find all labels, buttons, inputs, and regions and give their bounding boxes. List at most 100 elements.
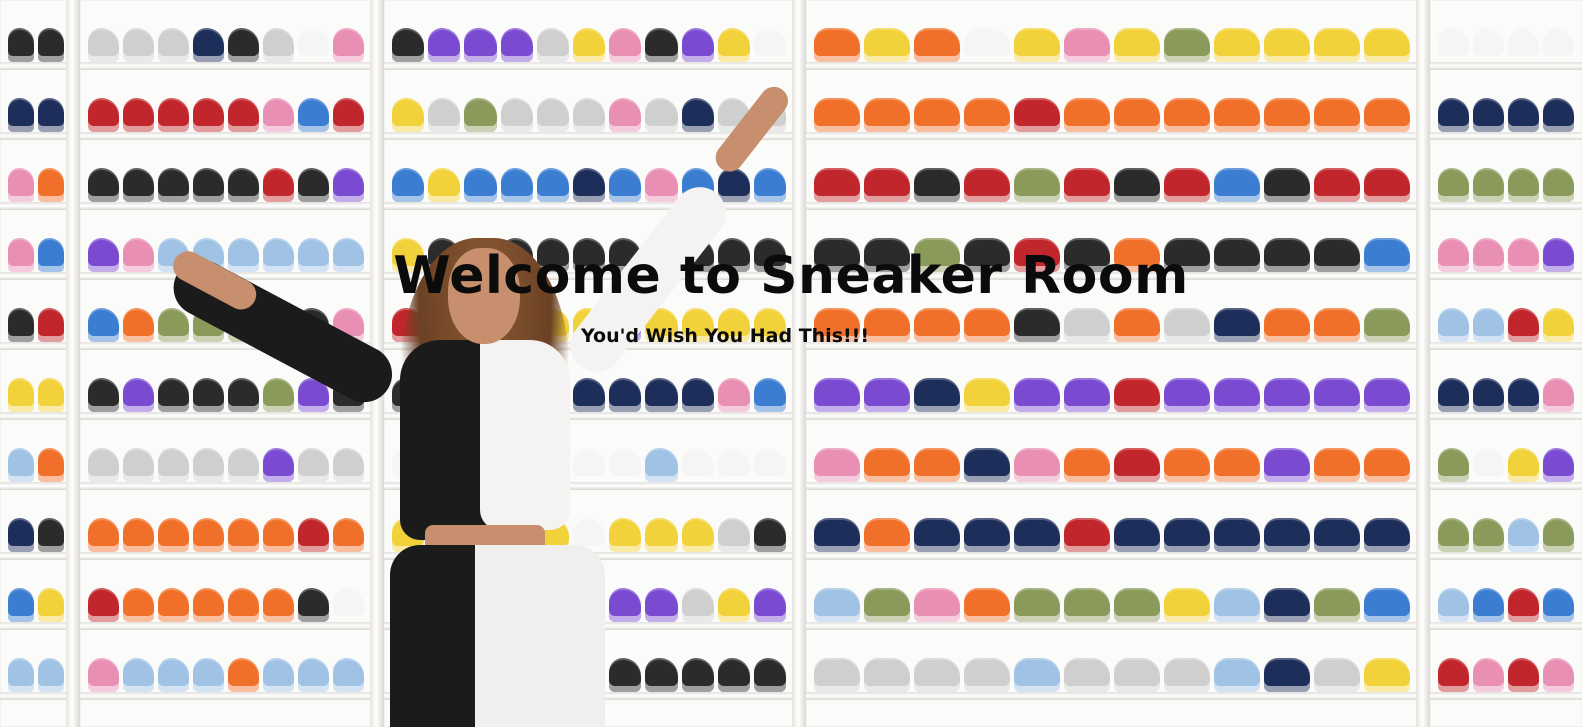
sneaker (1543, 378, 1574, 412)
sneaker (1508, 308, 1539, 342)
sneaker (964, 98, 1010, 132)
sneaker (1473, 588, 1504, 622)
sneaker (333, 28, 364, 62)
sneaker (1543, 448, 1574, 482)
sneaker-row (8, 20, 64, 62)
sneaker (964, 308, 1010, 342)
sneaker (1064, 98, 1110, 132)
sneaker (123, 448, 154, 482)
sneaker-row (1438, 440, 1574, 482)
sneaker (158, 448, 189, 482)
sneaker (500, 98, 533, 132)
sneaker-row (814, 370, 1410, 412)
sneaker (1114, 658, 1160, 692)
sneaker (1364, 588, 1410, 622)
sneaker (914, 28, 960, 62)
sneaker (1364, 658, 1410, 692)
sneaker (1014, 28, 1060, 62)
sneaker (864, 588, 910, 622)
sneaker-row (814, 510, 1410, 552)
sneaker (392, 98, 425, 132)
sneaker (1214, 308, 1260, 342)
sneaker (1164, 28, 1210, 62)
sneaker (123, 518, 154, 552)
sneaker (753, 28, 787, 62)
sneaker (1543, 308, 1574, 342)
sneaker (1214, 168, 1260, 202)
sneaker (8, 28, 34, 62)
sneaker (645, 98, 678, 132)
sneaker (123, 378, 154, 412)
sneaker (1164, 168, 1210, 202)
sneaker (88, 588, 119, 622)
sneaker (572, 98, 606, 132)
person-pants (475, 545, 605, 727)
sneaker (864, 168, 910, 202)
person-top (400, 340, 490, 540)
sneaker (8, 168, 34, 202)
sneaker (1438, 168, 1469, 202)
shelf-post (66, 0, 80, 727)
shelf-post (1416, 0, 1430, 727)
sneaker-row (8, 440, 64, 482)
sneaker (964, 378, 1010, 412)
sneaker (88, 308, 119, 342)
sneaker (1508, 658, 1539, 692)
sneaker (1164, 378, 1210, 412)
sneaker-row (8, 370, 64, 412)
sneaker (609, 98, 642, 132)
sneaker (158, 28, 189, 62)
sneaker (1014, 378, 1060, 412)
sneaker (1314, 308, 1360, 342)
sneaker (38, 448, 64, 482)
sneaker (1264, 588, 1310, 622)
sneaker (1438, 98, 1469, 132)
sneaker (123, 98, 154, 132)
sneaker (681, 28, 714, 62)
sneaker (158, 308, 189, 342)
sneaker (964, 448, 1010, 482)
sneaker (8, 308, 34, 342)
sneaker (1114, 518, 1160, 552)
sneaker (38, 28, 64, 62)
sneaker (1164, 448, 1210, 482)
sneaker (1014, 98, 1060, 132)
sneaker (38, 378, 64, 412)
sneaker (914, 448, 960, 482)
sneaker (1064, 518, 1110, 552)
sneaker (228, 28, 259, 62)
sneaker (1114, 378, 1160, 412)
sneaker-row (8, 580, 64, 622)
sneaker-row (1438, 90, 1574, 132)
sneaker (1364, 168, 1410, 202)
sneaker (914, 588, 960, 622)
sneaker (1264, 658, 1310, 692)
sneaker-row (814, 160, 1410, 202)
sneaker (1543, 588, 1574, 622)
sneaker (38, 588, 64, 622)
sneaker (8, 448, 34, 482)
sneaker (1114, 28, 1160, 62)
sneaker (333, 98, 364, 132)
sneaker (263, 98, 294, 132)
sneaker (1314, 658, 1360, 692)
sneaker (814, 98, 860, 132)
sneaker (914, 518, 960, 552)
sneaker (964, 168, 1010, 202)
sneaker (1064, 28, 1110, 62)
sneaker (536, 98, 569, 132)
sneaker (1164, 518, 1210, 552)
sneaker (1508, 588, 1539, 622)
sneaker (864, 28, 910, 62)
sneaker (1508, 98, 1539, 132)
sneaker (8, 378, 34, 412)
sneaker (1508, 28, 1539, 62)
sneaker (1473, 168, 1504, 202)
sneaker (1508, 448, 1539, 482)
hero-subtitle: You'd Wish You Had This!!! (581, 325, 869, 347)
sneaker-row (1438, 720, 1574, 727)
sneaker (1114, 448, 1160, 482)
sneaker (193, 28, 224, 62)
sneaker (864, 448, 910, 482)
sneaker-row (1438, 20, 1574, 62)
